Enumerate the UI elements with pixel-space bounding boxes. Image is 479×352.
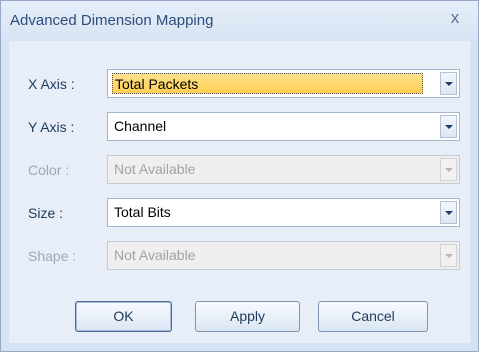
y-axis-dropdown[interactable]: Channel <box>107 112 460 141</box>
y-axis-dropdown-arrow[interactable] <box>440 115 457 138</box>
color-value: Not Available <box>114 161 196 177</box>
chevron-down-icon <box>445 254 453 258</box>
title-bar: Advanced Dimension Mapping x <box>1 1 478 41</box>
shape-dropdown-arrow <box>440 244 457 267</box>
size-dropdown-arrow[interactable] <box>440 201 457 224</box>
apply-button[interactable]: Apply <box>195 301 300 332</box>
shape-label: Shape : <box>28 248 77 264</box>
size-value: Total Bits <box>114 204 171 220</box>
advanced-dimension-mapping-dialog: Advanced Dimension Mapping x X Axis : To… <box>0 0 479 352</box>
dialog-content: X Axis : Total Packets Y Axis : Channel … <box>9 41 470 343</box>
shape-dropdown: Not Available <box>107 241 460 270</box>
size-dropdown[interactable]: Total Bits <box>107 198 460 227</box>
dialog-title: Advanced Dimension Mapping <box>10 12 214 29</box>
y-axis-value: Channel <box>114 118 167 134</box>
size-label: Size : <box>28 205 64 221</box>
cancel-button[interactable]: Cancel <box>318 301 428 332</box>
x-axis-label: X Axis : <box>28 76 75 92</box>
x-axis-row: X Axis : Total Packets <box>9 69 470 101</box>
y-axis-row: Y Axis : Channel <box>9 112 470 144</box>
x-axis-value: Total Packets <box>112 73 423 94</box>
x-axis-dropdown-arrow[interactable] <box>440 72 457 95</box>
x-axis-dropdown[interactable]: Total Packets <box>107 69 460 98</box>
chevron-down-icon <box>445 211 453 215</box>
color-label: Color : <box>28 162 70 178</box>
y-axis-label: Y Axis : <box>28 119 75 135</box>
chevron-down-icon <box>445 125 453 129</box>
color-dropdown-arrow <box>440 158 457 181</box>
shape-value: Not Available <box>114 247 196 263</box>
chevron-down-icon <box>445 168 453 172</box>
ok-button[interactable]: OK <box>75 301 172 332</box>
color-dropdown: Not Available <box>107 155 460 184</box>
size-row: Size : Total Bits <box>9 198 470 230</box>
chevron-down-icon <box>445 82 453 86</box>
color-row: Color : Not Available <box>9 155 470 187</box>
shape-row: Shape : Not Available <box>9 241 470 273</box>
close-icon[interactable]: x <box>446 7 464 29</box>
